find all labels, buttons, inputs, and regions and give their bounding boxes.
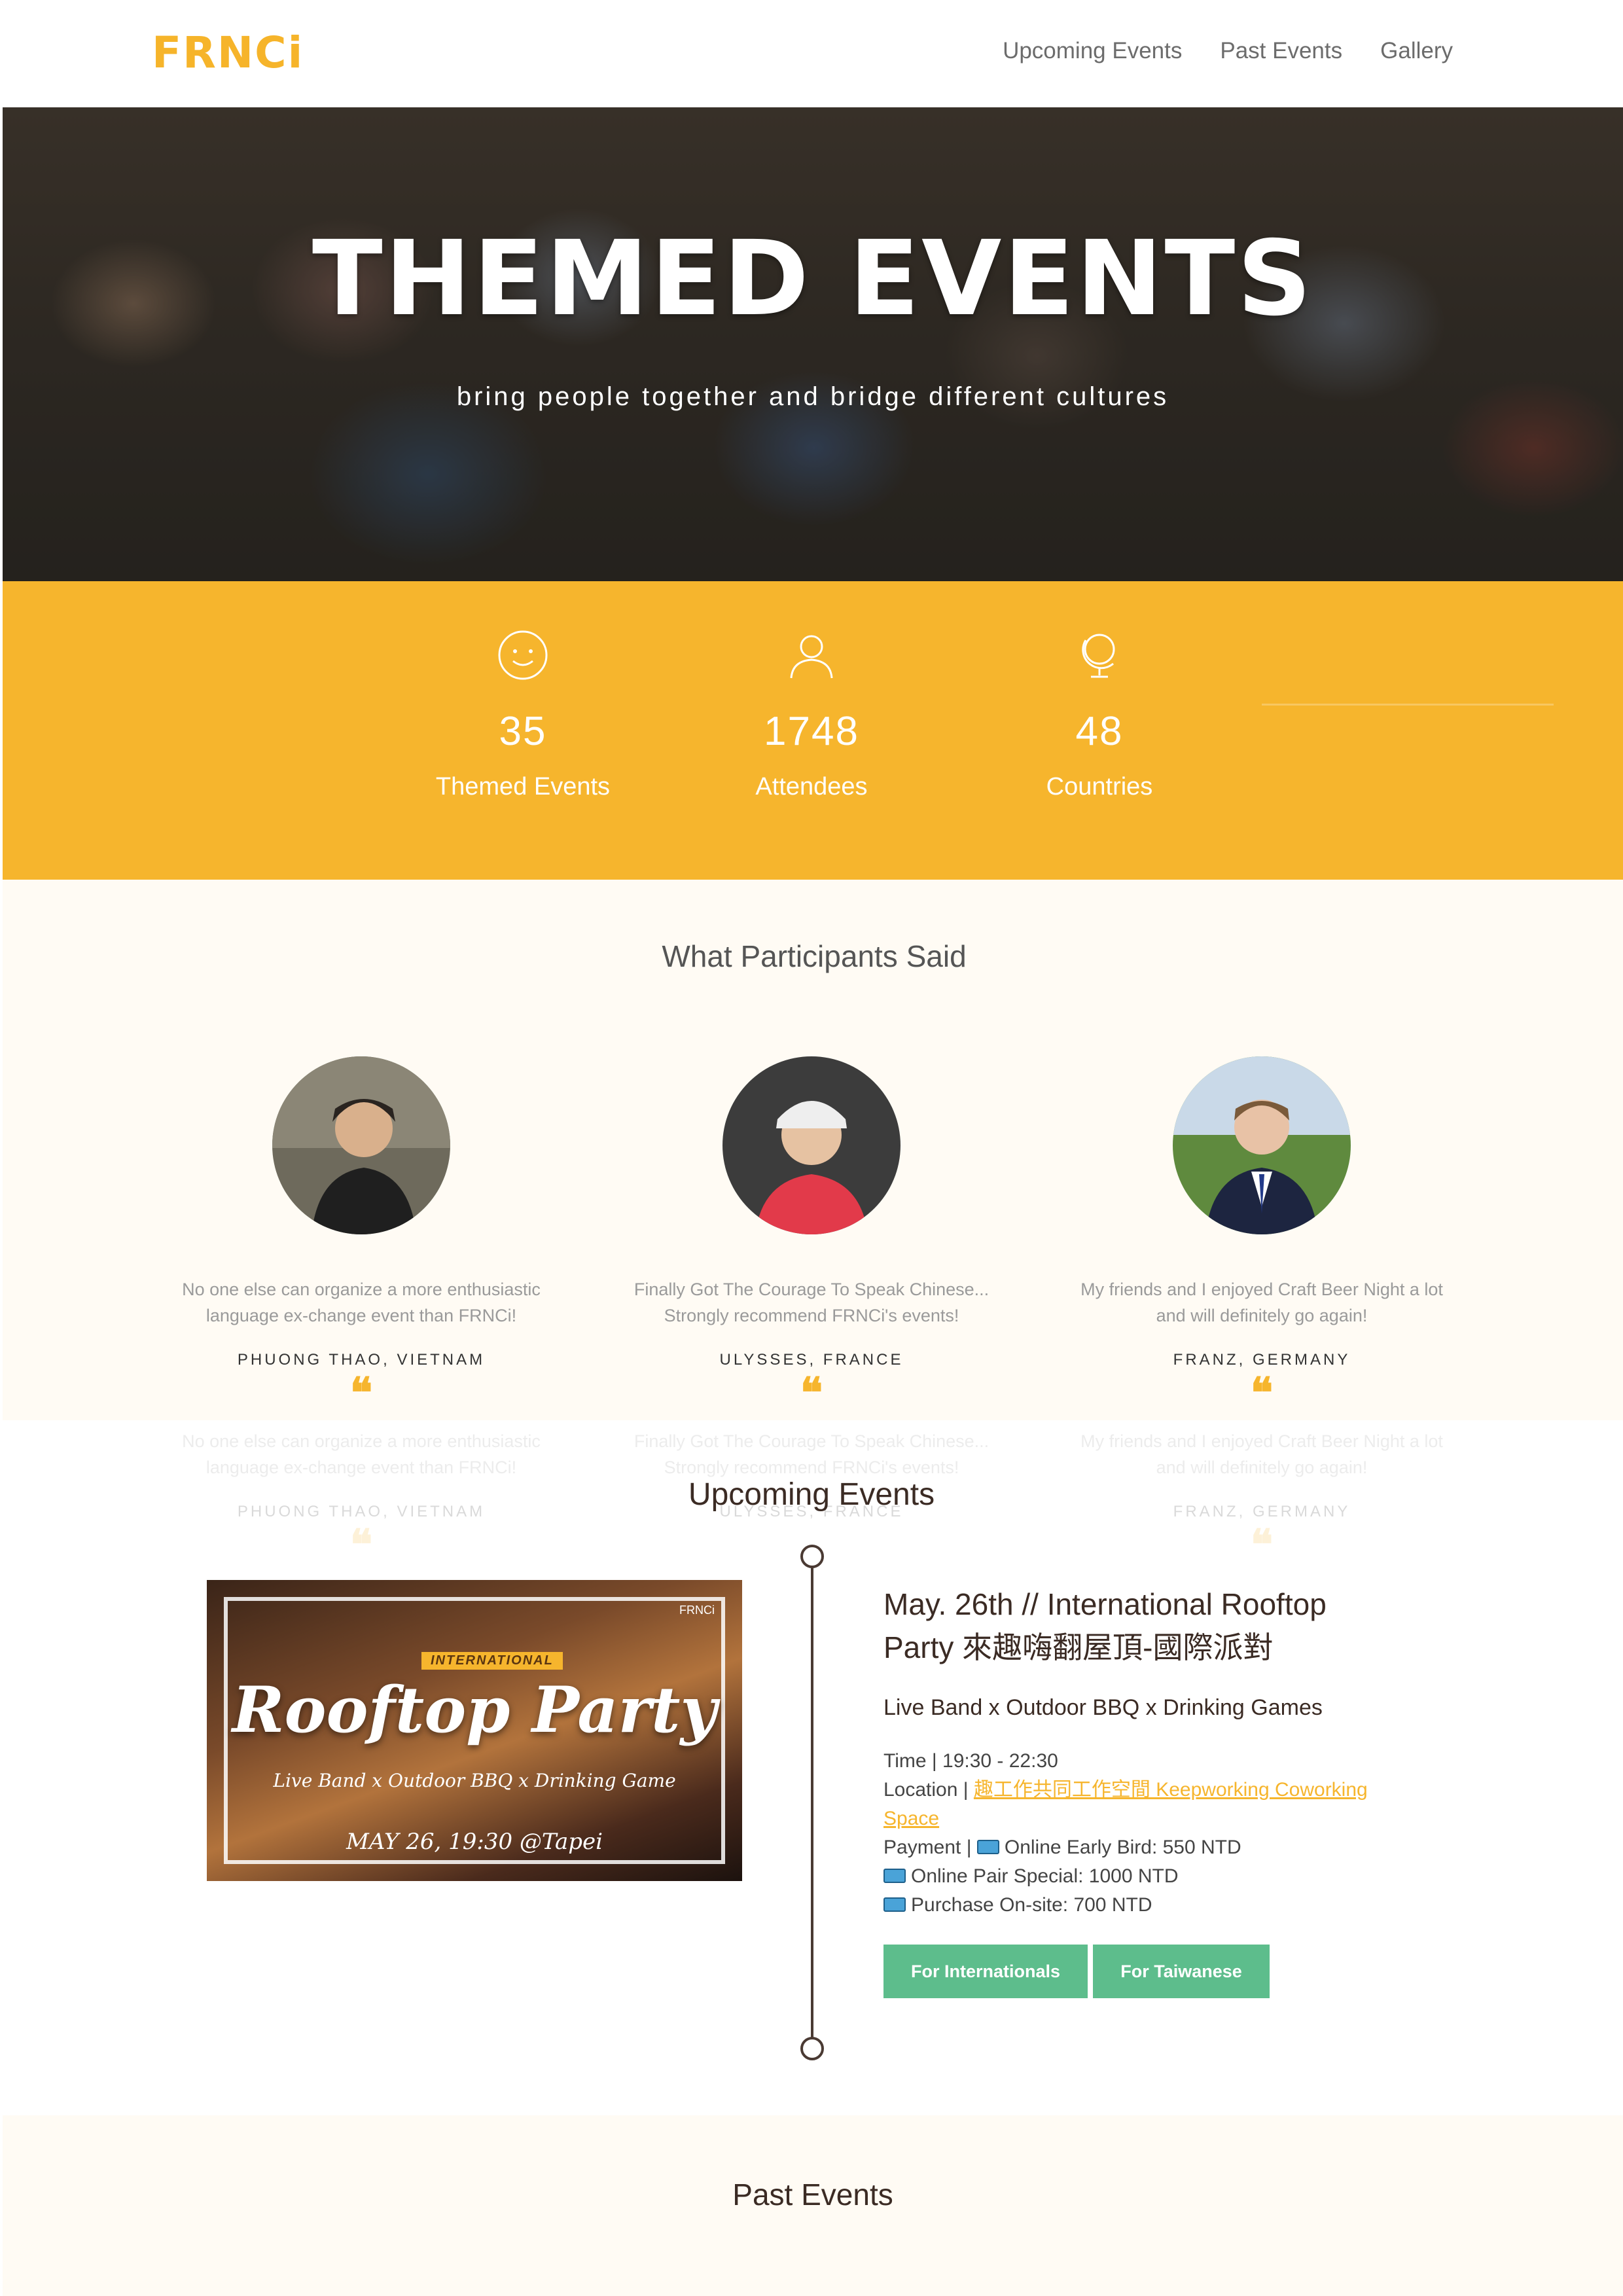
event-details: May. 26th // International Rooftop Party…	[883, 1583, 1420, 1998]
testimonials-title: What Participants Said	[662, 939, 967, 973]
user-icon	[790, 635, 833, 679]
stat-label: Countries	[1046, 773, 1153, 800]
event-info: Time | 19:30 - 22:30 Location | 趣工作共同工作空…	[883, 1747, 1420, 1920]
ticket-icon	[976, 1840, 999, 1855]
timeline-line	[811, 1556, 813, 2049]
top-nav: FRNCi Upcoming Events Past Events Galler…	[0, 0, 1623, 107]
globe-icon	[1082, 634, 1115, 678]
ticket-icon	[883, 1869, 906, 1884]
nav-gallery[interactable]: Gallery	[1380, 38, 1453, 64]
avatar	[722, 1056, 901, 1234]
timeline-dot-bottom	[800, 2037, 824, 2060]
stat-countries: 48 Countries	[969, 627, 1230, 801]
quote-text: No one else can organize a more enthusia…	[182, 1280, 541, 1325]
quote-icon: ❝	[1250, 1520, 1274, 1570]
hero-banner: THEMED EVENTS bring people together and …	[3, 107, 1623, 581]
poster-tag: INTERNATIONAL	[421, 1652, 563, 1670]
nav-upcoming-events[interactable]: Upcoming Events	[1003, 38, 1182, 64]
for-taiwanese-button[interactable]: For Taiwanese	[1093, 1945, 1270, 1998]
upcoming-events-title: Upcoming Events	[688, 1477, 935, 1512]
quote-icon: ❝	[349, 1369, 373, 1418]
divider	[1262, 704, 1554, 706]
ticket-icon	[883, 1897, 906, 1912]
testimonial-card: My friends and I enjoyed Craft Beer Nigh…	[1065, 1056, 1458, 1418]
participant-name: FRANZ, GERMANY	[1173, 1351, 1351, 1369]
event-tagline: Live Band x Outdoor BBQ x Drinking Games	[883, 1695, 1323, 1720]
quote-icon: ❝	[349, 1520, 373, 1570]
stat-value: 48	[1075, 709, 1124, 754]
stats-band: 35 Themed Events 1748 Attendees 48 Count…	[3, 581, 1623, 880]
hero-title: THEMED EVENTS	[312, 219, 1314, 339]
poster-date: MAY 26, 19:30 @Tapei	[346, 1829, 603, 1855]
nav-links: Upcoming Events Past Events Gallery	[1003, 38, 1453, 64]
nav-past-events[interactable]: Past Events	[1220, 38, 1342, 64]
past-events-section: Past Events	[3, 2115, 1623, 2296]
stat-attendees: 1748 Attendees	[681, 627, 942, 801]
avatar	[272, 1056, 450, 1234]
quote-icon: ❝	[1250, 1369, 1274, 1418]
event-payment: Payment | Online Early Bird: 550 NTD	[883, 1837, 1241, 1858]
timeline-dot-top	[800, 1545, 824, 1568]
past-events-title: Past Events	[732, 2178, 893, 2212]
quote-text: My friends and I enjoyed Craft Beer Nigh…	[1080, 1431, 1443, 1477]
for-internationals-button[interactable]: For Internationals	[883, 1945, 1088, 1998]
event-title: May. 26th // International Rooftop Party…	[883, 1587, 1327, 1664]
stat-label: Themed Events	[435, 773, 611, 800]
quote-icon: ❝	[800, 1369, 823, 1418]
poster-brand: FRNCi	[679, 1604, 715, 1617]
stat-value: 35	[499, 709, 547, 754]
hero-subtitle: bring people together and bridge differe…	[456, 382, 1169, 411]
quote-text: My friends and I enjoyed Craft Beer Nigh…	[1080, 1280, 1443, 1325]
participant-name: PHUONG THAO, VIETNAM	[237, 1351, 486, 1369]
smile-icon	[498, 630, 548, 680]
testimonial-card: Finally Got The Courage To Speak Chinese…	[615, 1056, 1008, 1418]
poster-title: Rooftop Party	[232, 1673, 717, 1747]
stat-themed-events: 35 Themed Events	[392, 627, 654, 801]
quote-text: Finally Got The Courage To Speak Chinese…	[633, 1431, 990, 1477]
event-poster[interactable]: FRNCi INTERNATIONAL Rooftop Party Live B…	[207, 1580, 742, 1881]
stat-value: 1748	[764, 709, 859, 754]
quote-text: Finally Got The Courage To Speak Chinese…	[633, 1280, 990, 1325]
signup-buttons: For Internationals For Taiwanese	[883, 1945, 1420, 1998]
quote-text: No one else can organize a more enthusia…	[182, 1431, 541, 1477]
event-payment-pair: Online Pair Special: 1000 NTD	[883, 1862, 1420, 1891]
poster-subtitle: Live Band x Outdoor BBQ x Drinking Game	[273, 1770, 676, 1791]
stat-label: Attendees	[755, 773, 868, 800]
frnci-logo[interactable]: FRNCi	[152, 27, 304, 78]
avatar	[1173, 1056, 1351, 1234]
testimonial-card: No one else can organize a more enthusia…	[165, 1056, 558, 1418]
event-time: Time | 19:30 - 22:30	[883, 1750, 1058, 1772]
testimonials-section: What Participants Said No one else can o…	[3, 880, 1623, 1566]
participant-name: ULYSSES, FRANCE	[719, 1351, 904, 1369]
event-location: Location | 趣工作共同工作空間 Keepworking Coworki…	[883, 1779, 1368, 1829]
event-payment-onsite: Purchase On-site: 700 NTD	[883, 1891, 1420, 1920]
